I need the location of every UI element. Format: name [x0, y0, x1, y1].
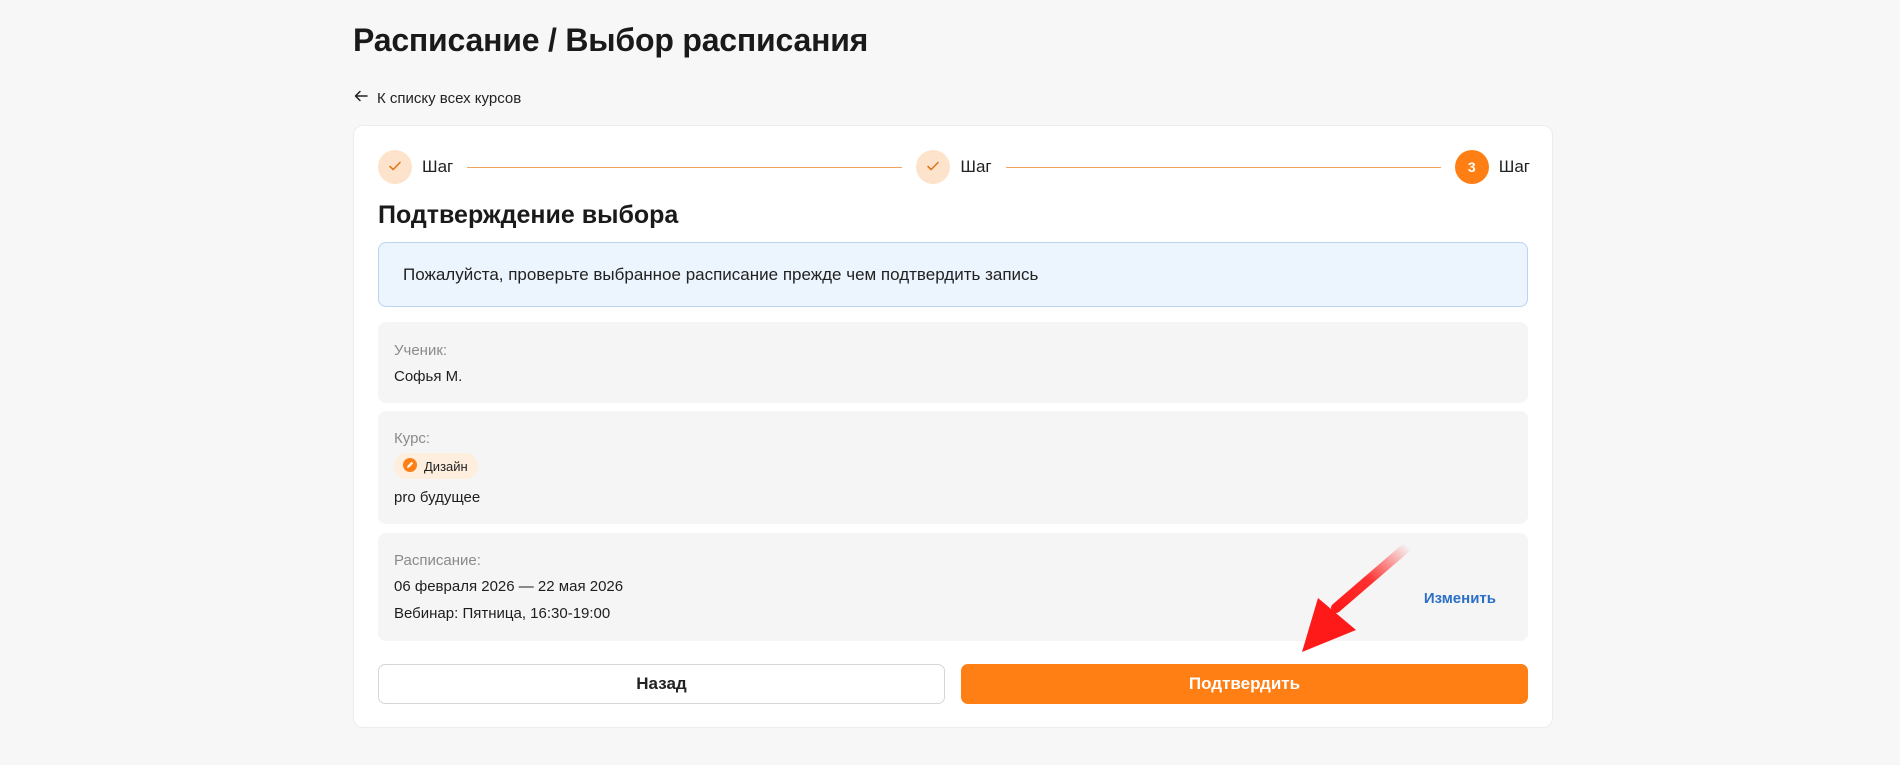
step-1: Шаг: [378, 150, 453, 184]
arrow-left-icon: [353, 88, 369, 108]
check-icon: [387, 158, 403, 177]
step-2-circle: [916, 150, 951, 184]
stepper: Шаг Шаг 3 Шаг: [378, 150, 1530, 184]
info-notice-text: Пожалуйста, проверьте выбранное расписан…: [403, 264, 1039, 284]
back-link-label: К списку всех курсов: [377, 89, 522, 107]
course-tag-label: Дизайн: [424, 458, 468, 474]
pen-icon: [402, 457, 418, 476]
course-detail: Курс: Дизайн pro будущее: [378, 411, 1528, 524]
change-schedule-link[interactable]: Изменить: [1424, 590, 1496, 607]
step-2: Шаг: [916, 150, 992, 184]
step-1-label: Шаг: [422, 157, 454, 176]
schedule-dates: 06 февраля 2026 — 22 мая 2026: [394, 578, 624, 595]
step-2-label: Шаг: [960, 157, 992, 176]
student-value: Софья М.: [394, 368, 463, 385]
step-3: 3 Шаг: [1454, 150, 1530, 184]
step-1-circle: [378, 150, 412, 184]
back-button[interactable]: Назад: [378, 664, 945, 704]
step-3-label: Шаг: [1498, 157, 1530, 176]
confirm-button[interactable]: Подтвердить: [961, 664, 1528, 704]
course-name: pro будущее: [394, 489, 481, 506]
step-connector: [467, 166, 903, 168]
step-3-circle: 3: [1454, 150, 1489, 184]
back-to-courses-link[interactable]: К списку всех курсов: [353, 88, 521, 108]
schedule-webinar: Вебинар: Пятница, 16:30-19:00: [394, 605, 611, 622]
check-icon: [925, 158, 941, 177]
page: Расписание / Выбор расписания К списку в…: [0, 0, 1900, 765]
student-detail: Ученик: Софья М.: [378, 322, 1528, 403]
student-label: Ученик:: [394, 342, 448, 359]
course-tag: Дизайн: [394, 453, 478, 479]
confirmation-card: Шаг Шаг 3 Шаг Подтверждение выбора Пожал…: [353, 125, 1553, 728]
schedule-detail: Расписание: 06 февраля 2026 — 22 мая 202…: [378, 533, 1528, 641]
page-title: Расписание / Выбор расписания: [353, 22, 869, 58]
course-label: Курс:: [394, 430, 431, 447]
schedule-label: Расписание:: [394, 552, 481, 569]
info-notice: Пожалуйста, проверьте выбранное расписан…: [378, 242, 1528, 307]
section-title: Подтверждение выбора: [378, 201, 679, 229]
step-connector: [1005, 166, 1441, 168]
